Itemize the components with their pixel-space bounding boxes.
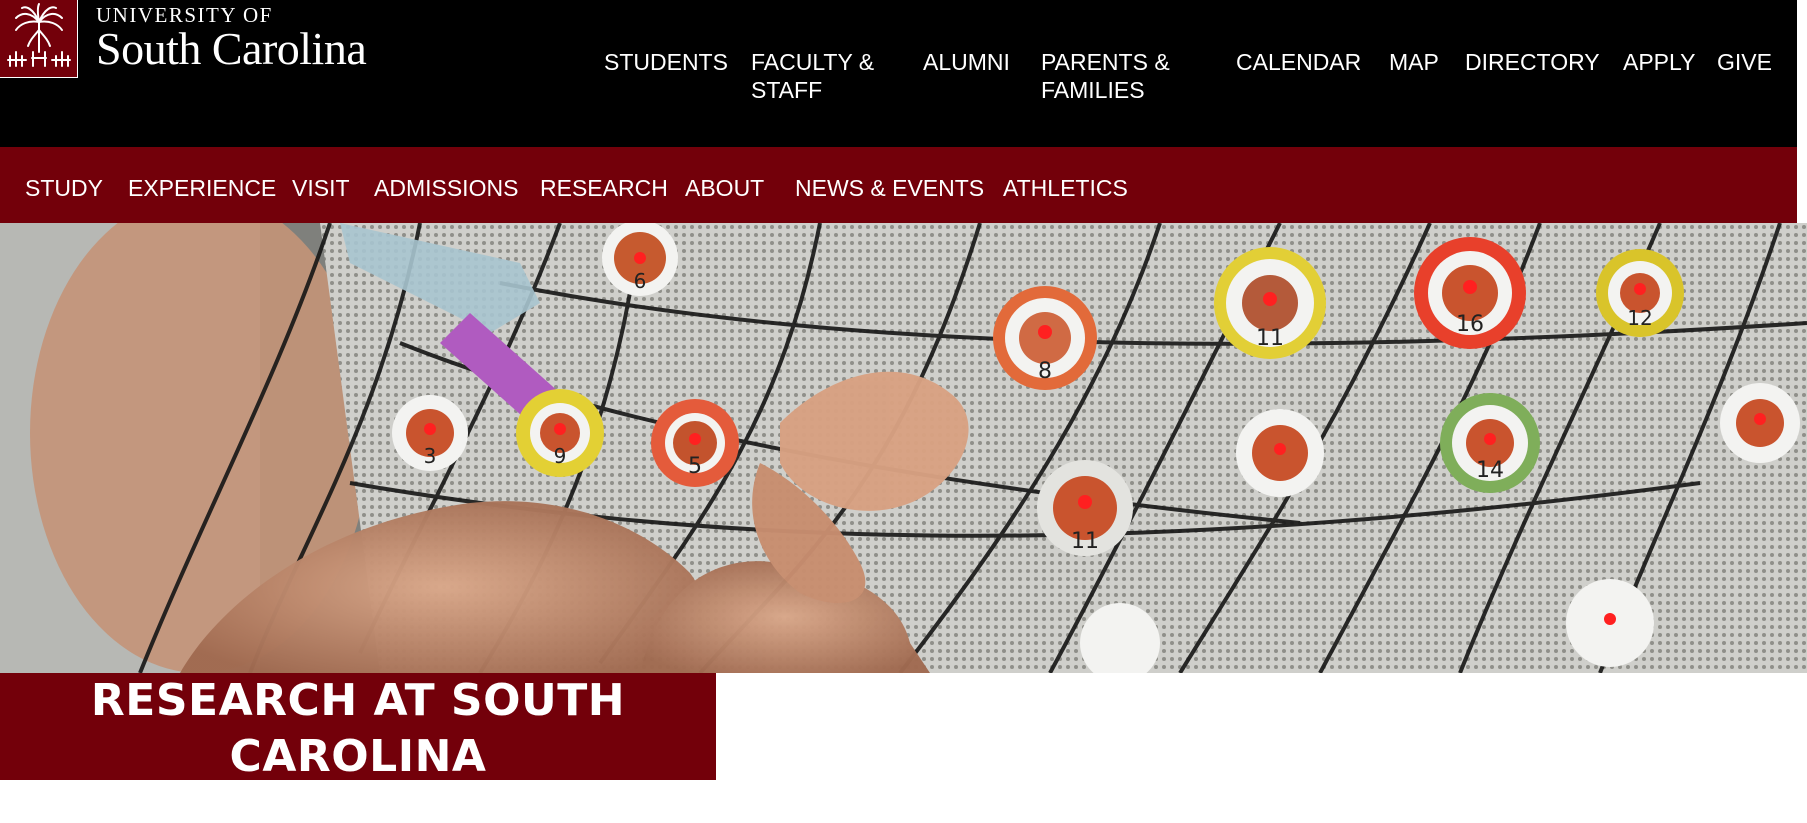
main-nav-news-events[interactable]: NEWS & EVENTS <box>795 175 984 201</box>
electrode-label: 6 <box>634 269 647 293</box>
utility-link-parents-families[interactable]: PARENTS & FAMILIES <box>1041 48 1191 104</box>
global-header: UNIVERSITY OF South Carolina STUDENTS FA… <box>0 0 1797 147</box>
electrode-label: 8 <box>1038 359 1052 384</box>
main-nav: STUDY EXPERIENCE VISIT ADMISSIONS RESEAR… <box>0 147 1797 223</box>
utility-link-apply[interactable]: APPLY <box>1623 48 1695 76</box>
palmetto-icon <box>7 3 71 67</box>
utility-link-alumni[interactable]: ALUMNI <box>923 48 1010 76</box>
page-title-banner: RESEARCH AT SOUTH CAROLINA <box>0 673 716 782</box>
usc-logo[interactable] <box>0 0 78 78</box>
electrode-label: 9 <box>554 444 567 468</box>
main-nav-research[interactable]: RESEARCH <box>540 175 668 201</box>
main-nav-athletics[interactable]: ATHLETICS <box>1003 175 1128 201</box>
utility-link-faculty-staff[interactable]: FACULTY & STAFF <box>751 48 891 104</box>
utility-link-directory[interactable]: DIRECTORY <box>1465 48 1600 76</box>
electrode-label: 14 <box>1476 458 1504 483</box>
hero-image: 6 5 8 11 16 12 14 11 3 9 <box>0 223 1807 673</box>
utility-link-give[interactable]: GIVE <box>1717 48 1772 76</box>
main-nav-experience[interactable]: EXPERIENCE <box>128 175 276 201</box>
main-nav-admissions[interactable]: ADMISSIONS <box>374 175 518 201</box>
main-nav-study[interactable]: STUDY <box>25 175 103 201</box>
main-nav-about[interactable]: ABOUT <box>685 175 764 201</box>
page-title: RESEARCH AT SOUTH CAROLINA <box>90 675 626 782</box>
wordmark-line-2: South Carolina <box>96 23 367 74</box>
electrode-label: 16 <box>1456 312 1484 337</box>
electrode-label: 5 <box>688 454 702 479</box>
eeg-cap-illustration: 6 5 8 11 16 12 14 11 3 9 <box>0 223 1807 673</box>
electrode-label: 12 <box>1627 306 1652 330</box>
electrode-label: 11 <box>1256 326 1284 351</box>
electrode-label: 3 <box>424 444 437 468</box>
utility-link-students[interactable]: STUDENTS <box>604 48 728 76</box>
utility-link-calendar[interactable]: CALENDAR <box>1236 48 1361 76</box>
university-wordmark[interactable]: UNIVERSITY OF South Carolina <box>96 4 367 74</box>
electrode-label: 11 <box>1071 529 1099 554</box>
main-nav-visit[interactable]: VISIT <box>292 175 350 201</box>
utility-link-map[interactable]: MAP <box>1389 48 1439 76</box>
